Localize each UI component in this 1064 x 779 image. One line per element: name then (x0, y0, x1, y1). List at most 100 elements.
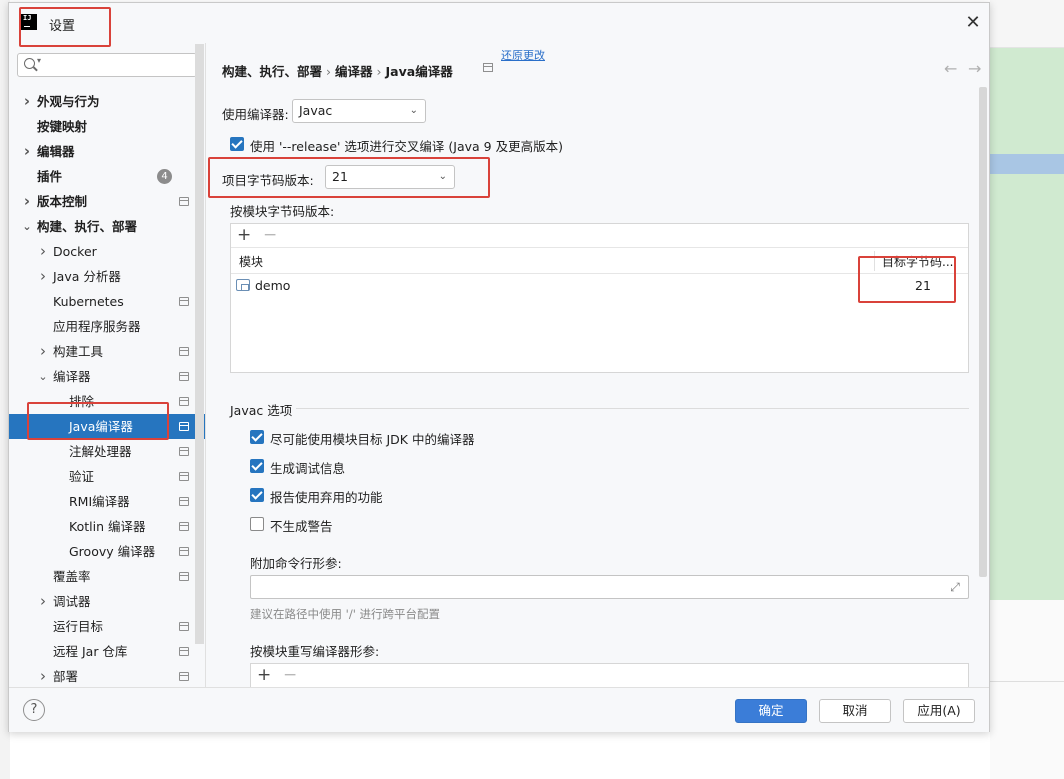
breadcrumb-separator: › (376, 64, 382, 79)
sidebar-item[interactable]: Kubernetes (9, 289, 205, 314)
sidebar-item[interactable]: 应用程序服务器 (9, 314, 205, 339)
project-bytecode-value: 21 (332, 169, 348, 184)
override-params-table: + − (250, 663, 969, 687)
compiler-select[interactable]: Javac ⌄ (292, 99, 426, 123)
chevron-right-icon[interactable]: › (37, 264, 49, 289)
extra-params-field[interactable]: ⤢ (250, 575, 969, 599)
compiler-label: 使用编译器: (222, 107, 289, 122)
sidebar-item-label: 远程 Jar 仓库 (53, 644, 128, 659)
remove-icon[interactable]: − (263, 225, 277, 245)
sidebar-item[interactable]: RMI编译器 (9, 489, 205, 514)
sidebar-item-label: 构建、执行、部署 (37, 219, 138, 234)
chevron-down-icon[interactable]: ⌄ (37, 364, 49, 389)
sidebar-item[interactable]: ⌄ 构建、执行、部署 (9, 214, 205, 239)
sidebar-item[interactable]: › 调试器 (9, 589, 205, 614)
main-scrollbar[interactable] (979, 87, 987, 577)
sidebar-item[interactable]: 覆盖率 (9, 564, 205, 589)
background-app-right (990, 0, 1064, 600)
breadcrumb-separator: › (326, 64, 332, 79)
deprecation-checkbox[interactable] (250, 488, 264, 502)
sidebar-item[interactable]: 远程 Jar 仓库 (9, 639, 205, 664)
sidebar-item-label: 插件 (37, 169, 63, 184)
chevron-right-icon[interactable]: › (37, 239, 49, 264)
debug-info-checkbox[interactable] (250, 459, 264, 473)
use-module-jdk-checkbox[interactable] (250, 430, 264, 444)
module-bytecode-label: 按模块字节码版本: (230, 204, 335, 219)
column-separator[interactable] (874, 251, 875, 271)
breadcrumb-compiler: 编译器 (335, 64, 373, 79)
search-icon (24, 58, 35, 69)
sidebar-item[interactable]: 注解处理器 (9, 439, 205, 464)
help-icon[interactable]: ? (23, 699, 45, 721)
sidebar-item[interactable]: › 版本控制 (9, 189, 205, 214)
ok-button[interactable]: 确定 (735, 699, 807, 723)
table-row[interactable]: demo 21 (231, 274, 968, 298)
sidebar-item[interactable]: Kotlin 编译器 (9, 514, 205, 539)
settings-search-input[interactable] (48, 56, 188, 74)
sidebar-item-label: 构建工具 (53, 344, 104, 359)
sidebar-item-label: Docker (53, 244, 97, 259)
sidebar-item[interactable]: Groovy 编译器 (9, 539, 205, 564)
chevron-right-icon[interactable]: › (37, 339, 49, 364)
add-icon[interactable]: + (257, 665, 271, 685)
project-bytecode-select[interactable]: 21 ⌄ (325, 165, 455, 189)
sidebar-item-label: 覆盖率 (53, 569, 91, 584)
sidebar-item[interactable]: › Docker (9, 239, 205, 264)
remove-icon[interactable]: − (283, 665, 297, 685)
settings-search-box[interactable]: ▾ (17, 53, 197, 77)
chevron-down-icon[interactable]: ⌄ (21, 214, 33, 239)
add-icon[interactable]: + (237, 225, 251, 245)
module-table-header: 模块 目标字节码... (231, 248, 968, 274)
column-header-module[interactable]: 模块 (239, 253, 263, 270)
expand-icon[interactable]: ⤢ (948, 580, 962, 594)
chevron-right-icon[interactable]: › (37, 664, 49, 687)
sidebar-item[interactable]: ⌄ 编译器 (9, 364, 205, 389)
breadcrumb-build: 构建、执行、部署 (222, 64, 323, 79)
module-folder-icon (236, 279, 250, 291)
project-scope-icon (179, 197, 189, 206)
sidebar-item[interactable]: › 构建工具 (9, 339, 205, 364)
project-scope-icon (179, 447, 189, 456)
sidebar-item[interactable]: 排除 (9, 389, 205, 414)
project-scope-icon (179, 297, 189, 306)
forward-arrow-icon[interactable]: → (968, 59, 981, 78)
sidebar-item-label: 注解处理器 (69, 444, 132, 459)
sidebar-item[interactable]: Java编译器 (9, 414, 205, 439)
project-scope-icon (179, 497, 189, 506)
plugin-update-badge: 4 (157, 169, 172, 184)
settings-sidebar: ▾ › 外观与行为 按键映射 › 编辑器 插件 4 › 版本控制 ⌄ 构建、执行、部署 › Docker… (9, 45, 205, 687)
close-button[interactable]: ✕ (963, 13, 983, 33)
target-bytecode-cell[interactable]: 21 (915, 278, 931, 293)
apply-button[interactable]: 应用(A) (903, 699, 975, 723)
sidebar-item[interactable]: 运行目标 (9, 614, 205, 639)
project-bytecode-label: 项目字节码版本: (222, 173, 314, 188)
search-history-icon[interactable]: ▾ (37, 56, 41, 65)
sidebar-item[interactable]: 验证 (9, 464, 205, 489)
chevron-right-icon[interactable]: › (21, 139, 33, 164)
sidebar-item[interactable]: › Java 分析器 (9, 264, 205, 289)
sidebar-item[interactable]: › 编辑器 (9, 139, 205, 164)
release-option-checkbox[interactable] (230, 137, 244, 151)
no-warnings-checkbox[interactable] (250, 517, 264, 531)
back-arrow-icon[interactable]: ← (944, 59, 957, 78)
background-app-bottom (990, 600, 1064, 779)
module-table-toolbar: + − (231, 224, 968, 248)
project-scope-icon (179, 522, 189, 531)
project-scope-icon (179, 422, 189, 431)
sidebar-item-label: RMI编译器 (69, 494, 130, 509)
project-scope-icon (179, 622, 189, 631)
sidebar-item-label: Kotlin 编译器 (69, 519, 146, 534)
chevron-right-icon[interactable]: › (21, 89, 33, 114)
chevron-right-icon[interactable]: › (21, 189, 33, 214)
sidebar-scrollbar[interactable] (195, 44, 204, 644)
release-option-label: 使用 '--release' 选项进行交叉编译 (Java 9 及更高版本) (250, 139, 563, 154)
sidebar-item[interactable]: 按键映射 (9, 114, 205, 139)
project-scope-icon (179, 472, 189, 481)
sidebar-item[interactable]: › 外观与行为 (9, 89, 205, 114)
column-header-target-bytecode[interactable]: 目标字节码... (882, 253, 960, 270)
cancel-button[interactable]: 取消 (819, 699, 891, 723)
reset-changes-link[interactable]: 还原更改 (501, 47, 545, 63)
sidebar-item[interactable]: › 部署 (9, 664, 205, 687)
chevron-right-icon[interactable]: › (37, 589, 49, 614)
sidebar-item[interactable]: 插件 4 (9, 164, 205, 189)
